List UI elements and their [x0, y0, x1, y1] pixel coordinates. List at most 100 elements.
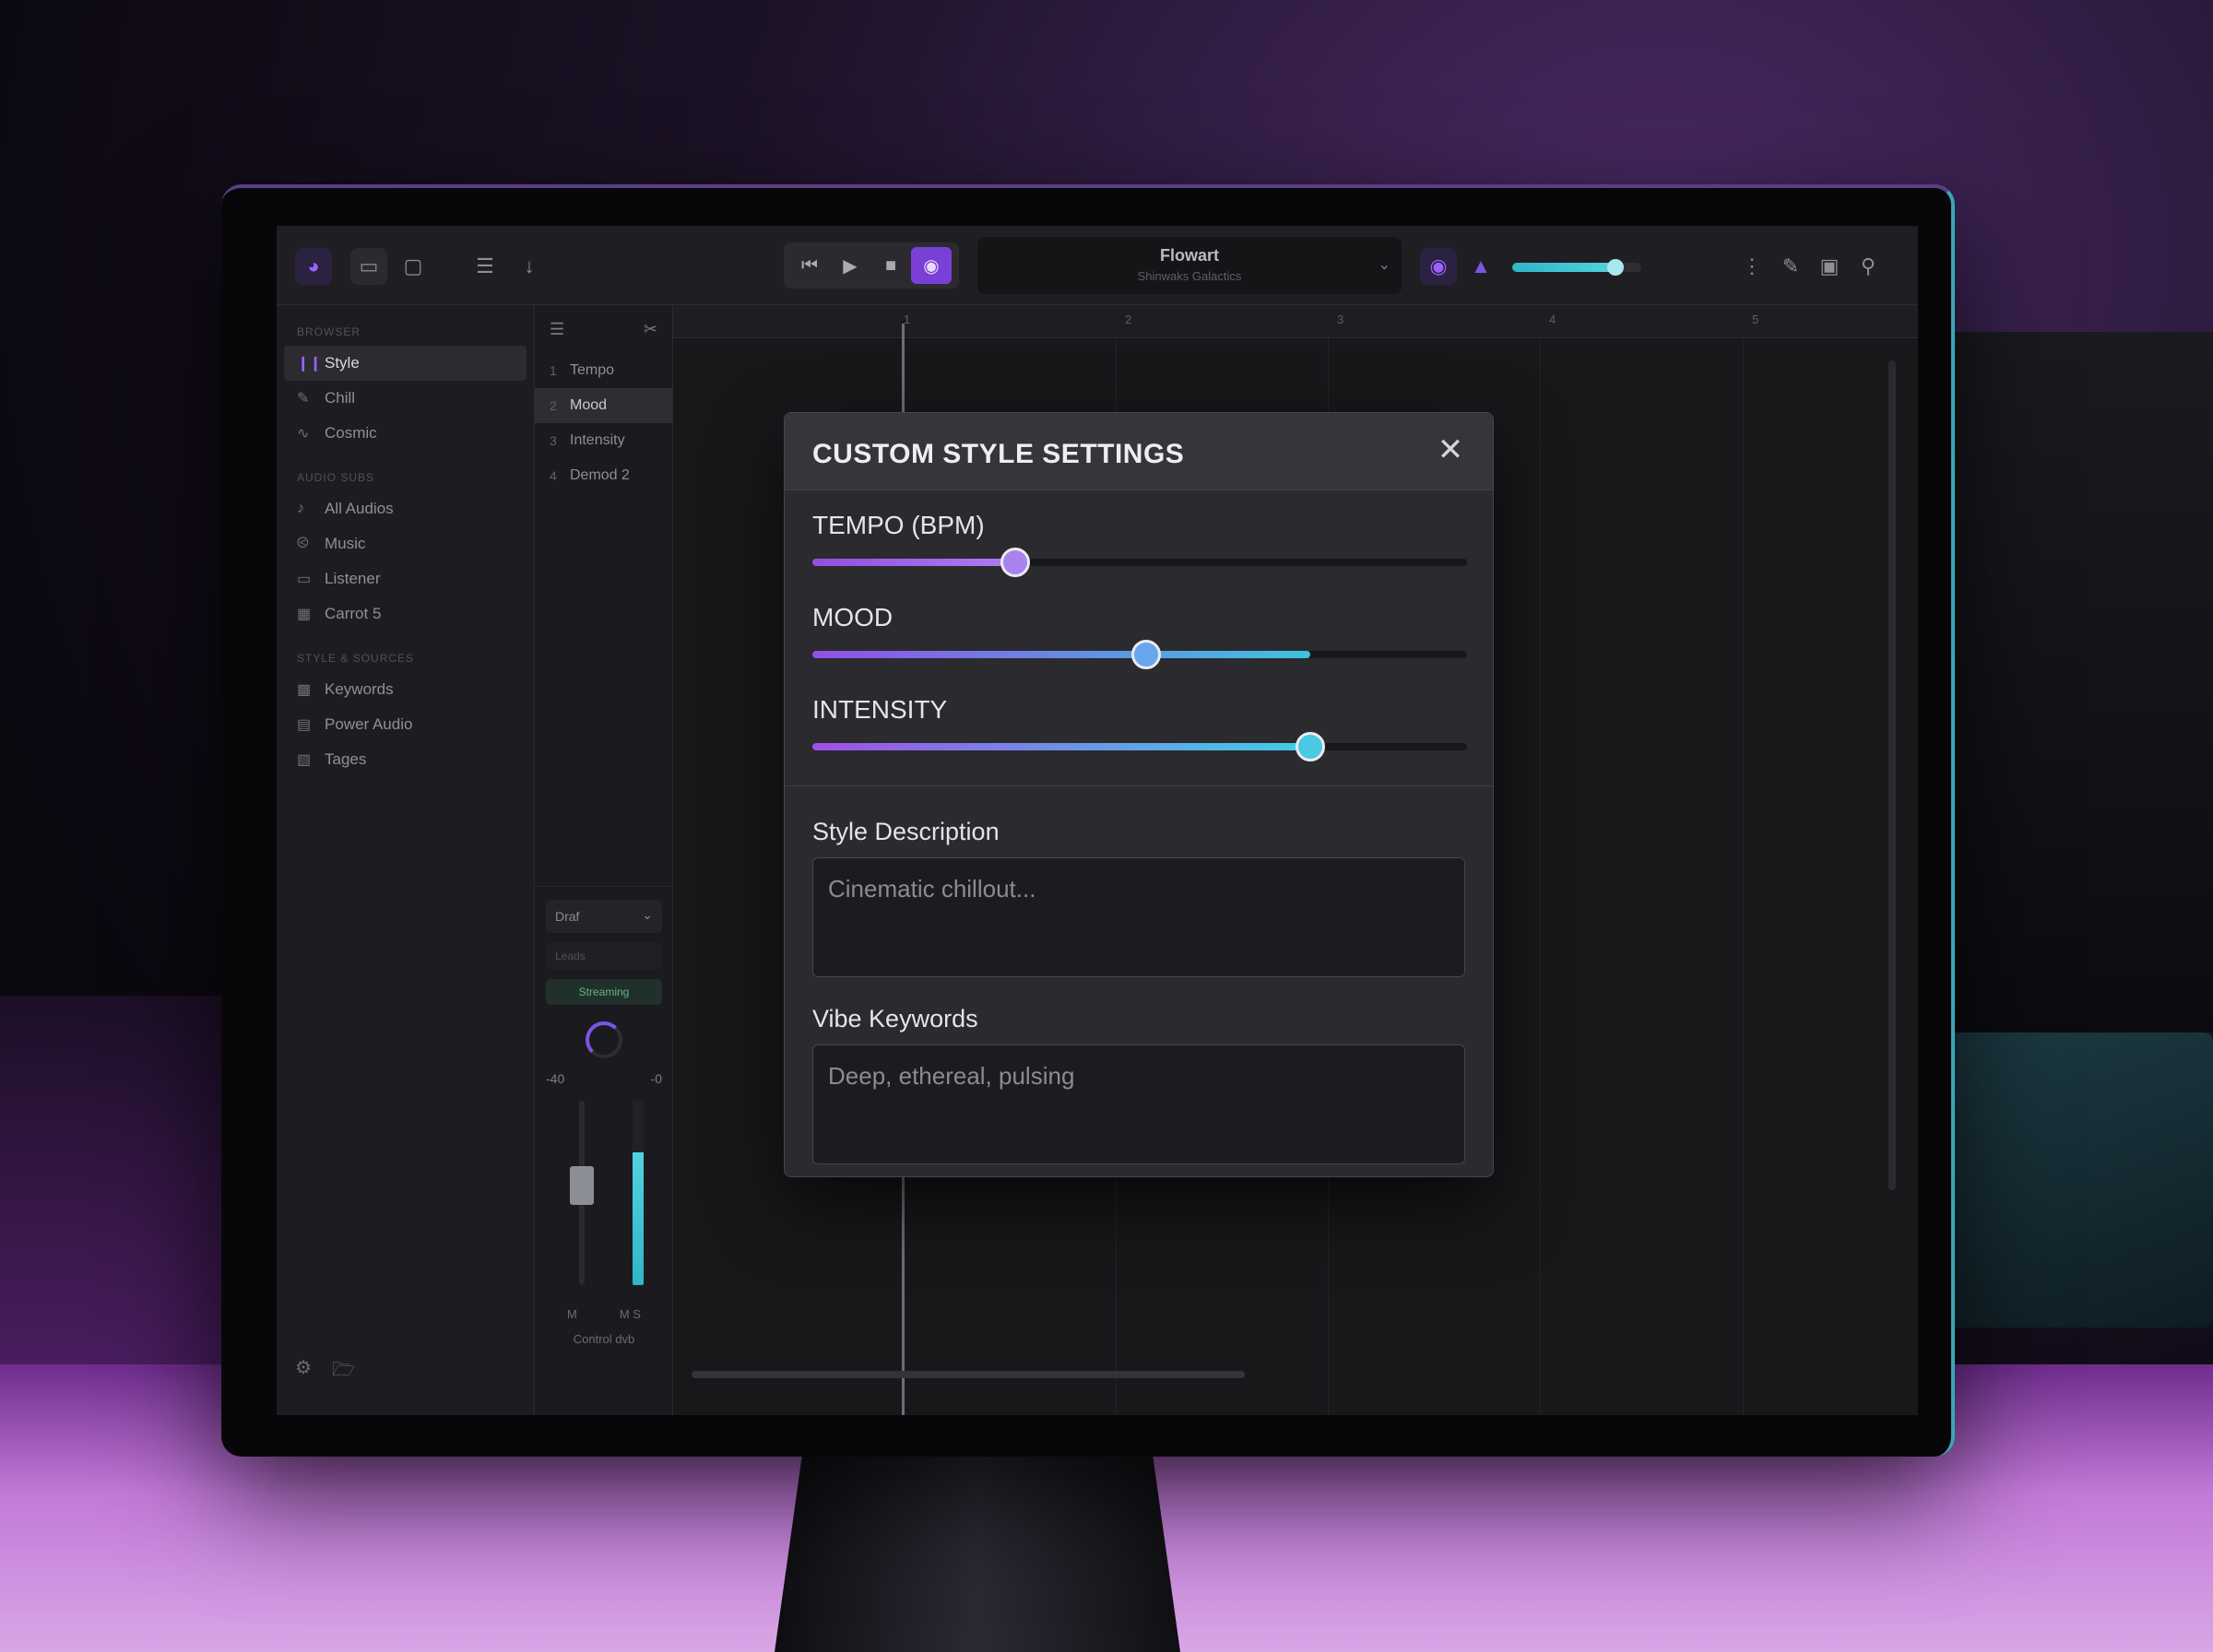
sidebar-item-label: Style	[325, 354, 360, 372]
vertical-scrollbar[interactable]	[1888, 360, 1896, 1190]
sidebar-item-listener[interactable]: ▭ Listener	[277, 561, 534, 596]
level-meter	[633, 1101, 644, 1285]
timeline-ruler[interactable]: 1 2 3 4 5	[673, 305, 1918, 338]
style-description-label: Style Description	[812, 818, 1000, 845]
skip-back-icon[interactable]: ⏮	[789, 247, 830, 284]
intensity-slider-thumb[interactable]	[1295, 732, 1325, 761]
track-list-header: ☰ ✂	[535, 305, 672, 353]
folder-icon[interactable]: 🗁	[332, 1356, 355, 1387]
project-name: Flowart	[1159, 246, 1219, 265]
track-number: 4	[550, 468, 557, 483]
scissors-icon[interactable]: ✂	[644, 320, 657, 339]
cast-icon: ▭	[297, 572, 312, 587]
app-logo-icon[interactable]: ◕	[295, 248, 332, 285]
ruler-tick: 3	[1337, 313, 1344, 326]
slider-label: MOOD	[812, 603, 893, 631]
sidebar-item-tages[interactable]: ▧ Tages	[277, 742, 534, 777]
sidebar-section-title: STYLE & SOURCES	[297, 652, 415, 665]
daw-screen: ◕ ▭ ▢ ☰ ↓ ⏮ ▶ ■ ◉ Flowart Shinwaks Galac…	[277, 226, 1918, 1415]
list-icon[interactable]: ☰	[550, 320, 564, 339]
sidebar-item-power-audio[interactable]: ▤ Power Audio	[277, 707, 534, 742]
volume-fader-cap[interactable]	[570, 1166, 594, 1206]
mood-slider[interactable]	[812, 640, 1467, 669]
mixer-sliders-icon[interactable]: ☰	[467, 248, 503, 285]
top-toolbar: ◕ ▭ ▢ ☰ ↓ ⏮ ▶ ■ ◉ Flowart Shinwaks Galac…	[277, 226, 1918, 305]
track-item-tempo[interactable]: 1 Tempo	[535, 353, 672, 388]
master-volume-thumb[interactable]	[1607, 259, 1624, 276]
download-icon[interactable]: ↓	[511, 248, 548, 285]
studio-speaker	[1918, 332, 2213, 1032]
channel-values: -40 -0	[546, 1071, 662, 1086]
track-label: Mood	[570, 397, 608, 413]
track-item-demod[interactable]: 4 Demod 2	[535, 458, 672, 493]
solo-button[interactable]: M S	[620, 1307, 641, 1321]
sidebar-item-music[interactable]: ⧀ Music	[277, 526, 534, 561]
layout-icon: ▤	[297, 717, 312, 733]
project-selector[interactable]: Flowart Shinwaks Galactics ⌄	[977, 237, 1402, 294]
sidebar-item-cosmic[interactable]: ∿ Cosmic	[277, 416, 534, 451]
level-meter-fill	[633, 1152, 644, 1285]
intensity-slider-block: INTENSITY	[812, 675, 1467, 767]
sidebar-item-label: All Audios	[325, 500, 394, 517]
track-label: Demod 2	[570, 467, 630, 483]
sidebar-section-title: AUDIO SUBS	[297, 471, 375, 484]
sidebar-item-chill[interactable]: ✎ Chill	[277, 381, 534, 416]
streaming-badge[interactable]: Streaming	[546, 979, 662, 1005]
edit-icon[interactable]: ✎	[1772, 248, 1809, 285]
grid-line	[1540, 338, 1541, 1415]
track-item-intensity[interactable]: 3 Intensity	[535, 423, 672, 458]
intensity-slider[interactable]	[812, 732, 1467, 761]
browser-sidebar: BROWSER ❙❙ Style ✎ Chill ∿ Cosmic AUDIO …	[277, 305, 535, 1415]
track-number: 1	[550, 363, 557, 378]
tags-icon: ▧	[297, 752, 312, 768]
mood-slider-thumb[interactable]	[1131, 640, 1162, 669]
master-volume-slider[interactable]	[1512, 259, 1641, 276]
transport-controls: ⏮ ▶ ■ ◉	[784, 242, 959, 289]
note-icon: ♪	[297, 501, 304, 516]
vibe-keywords-label: Vibe Keywords	[812, 1005, 978, 1032]
window-icon[interactable]: ▢	[395, 248, 432, 285]
tempo-slider[interactable]	[812, 548, 1467, 577]
panel-icon[interactable]: ▣	[1811, 248, 1848, 285]
tempo-slider-thumb[interactable]	[1000, 548, 1031, 577]
close-icon[interactable]: ✕	[1430, 430, 1471, 470]
sidebar-item-style[interactable]: ❙❙ Style	[284, 346, 527, 381]
sidebar-item-keywords[interactable]: ▩ Keywords	[277, 672, 534, 707]
search-icon[interactable]: ⚲	[1850, 248, 1887, 285]
grid-line	[1743, 338, 1744, 1415]
play-icon[interactable]: ▶	[830, 247, 870, 284]
record-icon[interactable]: ◉	[911, 247, 952, 284]
vibe-keywords-field[interactable]: Deep, ethereal, pulsing	[812, 1044, 1465, 1164]
sidebar-item-all-audios[interactable]: ♪ All Audios	[277, 491, 534, 526]
warning-icon[interactable]: ▲	[1462, 248, 1499, 285]
sidebar-item-label: Tages	[325, 750, 367, 768]
chevron-down-icon: ⌄	[1378, 257, 1391, 273]
horizontal-scrollbar[interactable]	[692, 1371, 1245, 1378]
track-number: 2	[550, 398, 557, 413]
channel-select[interactable]: Draf ⌄	[546, 900, 662, 933]
track-item-mood[interactable]: 2 Mood	[535, 388, 672, 423]
intensity-slider-fill	[812, 743, 1310, 750]
gear-icon[interactable]: ⚙	[295, 1356, 312, 1387]
track-number: 3	[550, 433, 557, 448]
project-subtitle: Shinwaks Galactics	[1137, 269, 1242, 283]
pencil-icon: ✎	[297, 391, 310, 407]
dialog-title: CUSTOM STYLE SETTINGS	[812, 439, 1185, 469]
channel-value-right: -0	[650, 1071, 662, 1086]
headset-icon[interactable]: ◉	[1420, 248, 1457, 285]
tempo-slider-fill	[812, 559, 1016, 566]
pan-knob[interactable]	[586, 1021, 622, 1058]
channel-input[interactable]: Leads	[546, 942, 662, 970]
stop-icon[interactable]: ■	[870, 247, 911, 284]
more-icon[interactable]: ⋮	[1734, 248, 1770, 285]
channel-select-value: Draf	[555, 909, 580, 924]
sidebar-item-label: Chill	[325, 389, 356, 407]
sidebar-item-carrot[interactable]: ▦ Carrot 5	[277, 596, 534, 631]
mute-button[interactable]: M	[567, 1307, 577, 1321]
track-list: ☰ ✂ 1 Tempo 2 Mood 3 Intensity 4 Demod 2…	[535, 305, 673, 1415]
style-description-field[interactable]: Cinematic chillout...	[812, 857, 1465, 977]
dialog-header: CUSTOM STYLE SETTINGS ✕	[785, 413, 1493, 490]
sidebar-item-label: Carrot 5	[325, 605, 382, 622]
mood-slider-fill	[812, 651, 1310, 658]
monitor-icon[interactable]: ▭	[350, 248, 387, 285]
